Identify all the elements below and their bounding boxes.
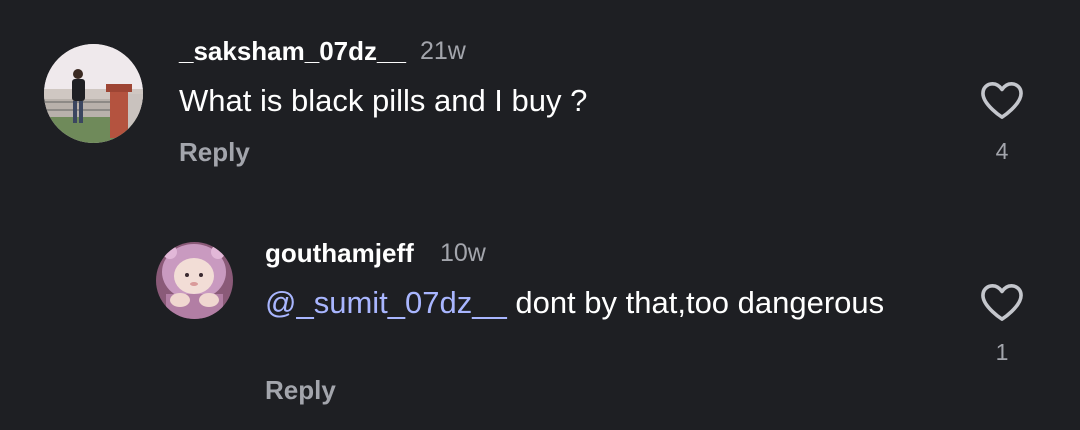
username[interactable]: _saksham_07dz__ bbox=[179, 36, 406, 67]
username[interactable]: gouthamjeff bbox=[265, 238, 414, 269]
heart-outline-icon[interactable] bbox=[979, 282, 1025, 322]
comment: _saksham_07dz__ 21w What is black pills … bbox=[0, 0, 1080, 200]
comment-body: dont by that,too dangerous bbox=[506, 285, 885, 320]
like-count: 1 bbox=[995, 339, 1009, 365]
reply-button[interactable]: Reply bbox=[265, 375, 336, 406]
avatar[interactable] bbox=[44, 44, 143, 143]
timestamp: 10w bbox=[440, 239, 486, 267]
mention-link[interactable]: @_sumit_07dz__ bbox=[265, 285, 507, 320]
timestamp: 21w bbox=[420, 37, 466, 65]
reply-button[interactable]: Reply bbox=[179, 137, 250, 168]
heart-outline-icon[interactable] bbox=[979, 80, 1025, 120]
comment-text: @_sumit_07dz__ dont by that,too dangerou… bbox=[265, 284, 905, 322]
avatar[interactable] bbox=[156, 242, 233, 319]
comment-reply: gouthamjeff 10w @_sumit_07dz__ dont by t… bbox=[0, 200, 1080, 430]
comment-text: What is black pills and I buy ? bbox=[179, 83, 588, 118]
like-count: 4 bbox=[995, 138, 1009, 164]
